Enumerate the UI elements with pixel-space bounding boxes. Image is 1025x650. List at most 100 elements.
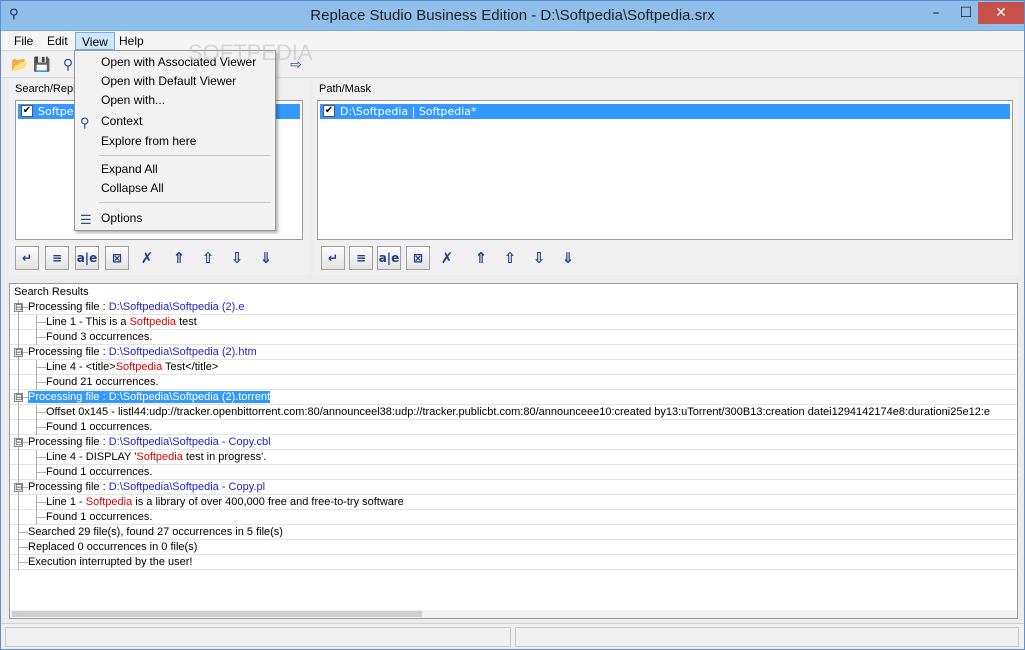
- match-case-button[interactable]: a|e: [75, 246, 99, 270]
- menu-context[interactable]: ⚲ Context: [75, 112, 275, 131]
- tree-line: [18, 315, 19, 330]
- move-down-icon[interactable]: ⇩: [527, 246, 551, 270]
- maximize-button[interactable]: ☐: [951, 2, 981, 24]
- status-cell-left: [5, 627, 511, 647]
- clear-icon[interactable]: ✗: [135, 246, 159, 270]
- tree-node[interactable]: ⊟ Processing file : D:\Softpedia\Softpedi…: [10, 435, 1017, 450]
- menu-options[interactable]: ☰ Options: [75, 209, 275, 228]
- tree-line: [36, 367, 46, 368]
- file-path[interactable]: D:\Softpedia\Softpedia (2).torrent: [109, 391, 270, 403]
- horizontal-scrollbar[interactable]: [10, 610, 1017, 618]
- collapse-toggle-icon[interactable]: ⊟: [14, 438, 23, 447]
- export-icon[interactable]: ⇨: [287, 56, 305, 74]
- title-bar[interactable]: ⚲ Replace Studio Business Edition - D:\S…: [1, 1, 1024, 31]
- list-item[interactable]: ✔ D:\Softpedia | Softpedia*: [320, 104, 1010, 119]
- tree-line: [18, 450, 19, 465]
- tree-leaf[interactable]: Found 1 occurrences.: [10, 510, 1017, 525]
- tree-node[interactable]: ⊟ Processing file : D:\Softpedia\Softpedi…: [10, 390, 1017, 405]
- file-path[interactable]: D:\Softpedia\Softpedia - Copy.pl: [109, 481, 265, 493]
- result-text: Line 4 - <title>: [46, 361, 116, 373]
- tree-line: [18, 562, 28, 563]
- file-path[interactable]: D:\Softpedia\Softpedia (2).e: [109, 301, 245, 313]
- tree-line: [36, 502, 46, 503]
- tree-node-text: Processing file : D:\Softpedia\Softpedia…: [28, 481, 265, 493]
- menu-file[interactable]: File: [8, 32, 39, 50]
- save-icon[interactable]: 💾: [33, 56, 51, 74]
- checkbox[interactable]: ✔: [21, 105, 33, 117]
- tree-leaf[interactable]: Found 1 occurrences.: [10, 420, 1017, 435]
- move-up-icon[interactable]: ⇧: [196, 246, 220, 270]
- path-mask-list[interactable]: ✔ D:\Softpedia | Softpedia*: [317, 100, 1013, 240]
- menu-open-associated-viewer[interactable]: Open with Associated Viewer: [75, 53, 275, 72]
- menu-context-label: Context: [101, 114, 143, 128]
- tree-node[interactable]: Searched 29 file(s), found 27 occurrence…: [10, 525, 1017, 540]
- replace-selected-button[interactable]: ↵: [321, 246, 345, 270]
- tree-leaf[interactable]: Found 21 occurrences.: [10, 375, 1017, 390]
- tree-line: [18, 405, 19, 420]
- menu-open-with[interactable]: Open with...: [75, 91, 275, 110]
- view-menu-dropdown: Open with Associated Viewer Open with De…: [74, 50, 276, 231]
- tree-line: [18, 547, 28, 548]
- tree-node[interactable]: ⊟ Processing file : D:\Softpedia\Softpedi…: [10, 480, 1017, 495]
- tree-leaf[interactable]: Found 3 occurrences.: [10, 330, 1017, 345]
- tree-leaf[interactable]: Offset 0x145 - listl44:udp://tracker.ope…: [10, 405, 1017, 420]
- menu-edit[interactable]: Edit: [41, 32, 74, 50]
- collapse-toggle-icon[interactable]: ⊟: [14, 348, 23, 357]
- tree-line: [18, 375, 19, 390]
- tree-leaf[interactable]: Found 1 occurrences.: [10, 465, 1017, 480]
- tree-node[interactable]: Execution interrupted by the user!: [10, 555, 1017, 570]
- replace-all-button[interactable]: ≡: [349, 246, 373, 270]
- checkbox[interactable]: ✔: [323, 105, 335, 117]
- collapse-toggle-icon[interactable]: ⊟: [14, 303, 23, 312]
- result-text: Found 3 occurrences.: [46, 331, 153, 343]
- match-case-button[interactable]: a|e: [377, 246, 401, 270]
- left-button-row: ↵ ≡ a|e ⊠ ✗ ⇑ ⇧ ⇩ ⇓: [15, 246, 305, 272]
- tree-leaf[interactable]: Line 4 - DISPLAY 'Softpedia test in prog…: [10, 450, 1017, 465]
- search-results-panel[interactable]: Search Results ⊟ Processing file : D:\Sof…: [9, 283, 1018, 619]
- tree-line: [36, 472, 46, 473]
- tree-node[interactable]: ⊟ Processing file : D:\Softpedia\Softpedi…: [10, 300, 1017, 315]
- exclude-button[interactable]: ⊠: [105, 246, 129, 270]
- move-down-icon[interactable]: ⇩: [225, 246, 249, 270]
- replace-all-button[interactable]: ≡: [45, 246, 69, 270]
- menu-expand-all[interactable]: Expand All: [75, 160, 275, 179]
- tree-node[interactable]: ⊟ Processing file : D:\Softpedia\Softpedi…: [10, 345, 1017, 360]
- result-text: Found 1 occurrences.: [46, 466, 153, 478]
- menu-help[interactable]: Help: [113, 32, 150, 50]
- replace-selected-button[interactable]: ↵: [15, 246, 39, 270]
- collapse-toggle-icon[interactable]: ⊟: [14, 393, 23, 402]
- move-bottom-icon[interactable]: ⇓: [556, 246, 580, 270]
- result-text: Test</title>: [162, 361, 219, 373]
- path-mask-panel: Path/Mask ✔ D:\Softpedia | Softpedia* ↵ …: [313, 79, 1019, 275]
- close-button[interactable]: ✕: [978, 2, 1024, 24]
- file-path[interactable]: D:\Softpedia\Softpedia (2).htm: [109, 346, 257, 358]
- exclude-button[interactable]: ⊠: [406, 246, 430, 270]
- move-top-icon[interactable]: ⇑: [167, 246, 191, 270]
- clear-icon[interactable]: ✗: [435, 246, 459, 270]
- tree-leaf[interactable]: Line 4 - <title>Softpedia Test</title>: [10, 360, 1017, 375]
- match-highlight: Softpedia: [129, 316, 177, 328]
- menu-view[interactable]: View: [75, 32, 115, 50]
- minimize-button[interactable]: –: [921, 2, 951, 24]
- collapse-toggle-icon[interactable]: ⊟: [14, 483, 23, 492]
- tree-line: [18, 465, 19, 480]
- scrollbar-thumb[interactable]: [12, 611, 422, 617]
- tree-line: [18, 360, 19, 375]
- menu-collapse-all[interactable]: Collapse All: [75, 179, 275, 198]
- status-bar: [1, 623, 1024, 649]
- move-bottom-icon[interactable]: ⇓: [254, 246, 278, 270]
- results-tree[interactable]: ⊟ Processing file : D:\Softpedia\Softpedi…: [10, 300, 1017, 570]
- tree-node-prefix: Processing file :: [28, 436, 109, 448]
- move-up-icon[interactable]: ⇧: [498, 246, 522, 270]
- tree-node[interactable]: Replaced 0 occurrences in 0 file(s): [10, 540, 1017, 555]
- result-text: Line 4 - DISPLAY ': [46, 451, 137, 463]
- menu-open-default-viewer[interactable]: Open with Default Viewer: [75, 72, 275, 91]
- file-path[interactable]: D:\Softpedia\Softpedia - Copy.cbl: [109, 436, 271, 448]
- result-text: Line 1 -: [46, 496, 86, 508]
- match-highlight: Softpedia: [136, 451, 183, 463]
- tree-leaf[interactable]: Line 1 - Softpedia is a library of over …: [10, 495, 1017, 510]
- tree-leaf[interactable]: Line 1 - This is a Softpedia test: [10, 315, 1017, 330]
- move-top-icon[interactable]: ⇑: [469, 246, 493, 270]
- open-folder-icon[interactable]: 📂: [11, 56, 29, 74]
- menu-explore-from-here[interactable]: Explore from here: [75, 132, 275, 151]
